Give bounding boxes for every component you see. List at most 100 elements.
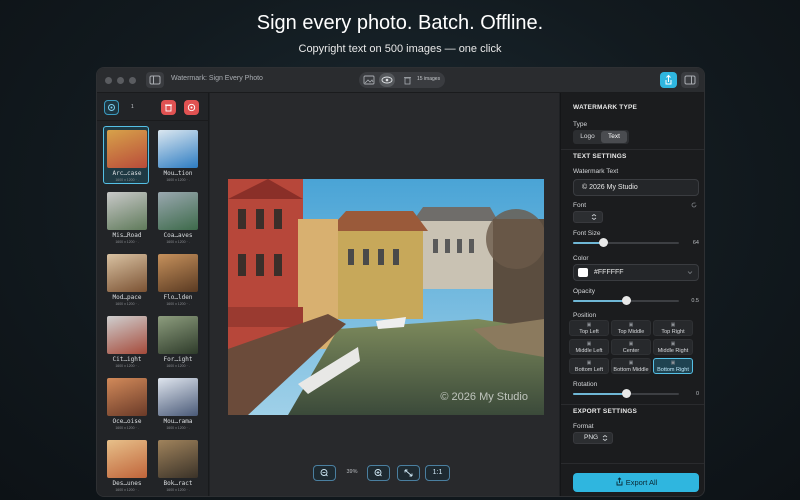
opacity-slider-knob[interactable] (621, 296, 631, 305)
thumbnail-image (158, 192, 198, 230)
share-button[interactable] (660, 72, 677, 88)
thumbnail-image (107, 440, 147, 478)
minimize-window-button[interactable] (117, 77, 124, 84)
font-size-slider-knob[interactable] (599, 238, 609, 247)
type-option-text[interactable]: Text (601, 131, 627, 143)
format-select[interactable]: PNG (573, 432, 613, 444)
thumbnail-label: Mou…tion (163, 170, 193, 177)
position-square-icon: ▣ (628, 322, 634, 328)
share-icon (665, 74, 672, 85)
thumbnail-label: Coa…aves (163, 232, 193, 239)
export-all-label: Export All (625, 478, 658, 487)
thumbnail-item[interactable]: Oce…oise 1600 x 1200 · . (103, 374, 149, 432)
color-swatch (578, 268, 588, 277)
rotation-slider[interactable] (573, 389, 679, 398)
font-size-value: 64 (692, 240, 699, 246)
thumbnail-item[interactable]: Mis…Road 1600 x 1200 · . (103, 188, 149, 246)
position-option[interactable]: ▣ Bottom Middle (611, 358, 651, 374)
position-option[interactable]: ▣ Bottom Left (569, 358, 609, 374)
thumbnail-label: Arc…case (112, 170, 142, 177)
export-all-button[interactable]: Export All (573, 473, 699, 492)
thumbnail-meta: 1600 x 1200 · . (166, 488, 190, 492)
thumbnail-item[interactable]: Cit…ight 1600 x 1200 · . (103, 312, 149, 370)
trash-icon[interactable] (403, 75, 412, 85)
thumbnail-image (107, 378, 147, 416)
thumbnail-meta: 1600 x 1200 · . (166, 302, 190, 306)
share-icon (616, 477, 623, 486)
type-option-logo[interactable]: Logo (575, 131, 600, 143)
inspector-icon (684, 75, 696, 85)
thumbnail-item[interactable]: Bok…ract 1600 x 1200 · . (154, 436, 200, 494)
window-title: Watermark: Sign Every Photo (171, 75, 263, 82)
thumbnail-meta: 1600 x 1200 · . (166, 240, 190, 244)
position-option[interactable]: ▣ Middle Left (569, 339, 609, 355)
zoom-out-button[interactable] (313, 465, 336, 481)
rotation-slider-knob[interactable] (621, 389, 631, 398)
text-settings-title: TEXT SETTINGS (573, 153, 627, 160)
thumbnail-image (107, 254, 147, 292)
thumbnail-label: Flo…lden (163, 294, 193, 301)
chevron-down-icon (687, 271, 693, 275)
position-square-icon: ▣ (670, 360, 676, 366)
position-option[interactable]: ▣ Top Left (569, 320, 609, 336)
divider (561, 149, 704, 150)
thumbnail-label: Oce…oise (112, 418, 142, 425)
actual-size-button[interactable]: 1:1 (425, 465, 450, 481)
position-option-label: Top Middle (617, 329, 645, 335)
thumbnail-image (107, 192, 147, 230)
font-select[interactable] (573, 211, 603, 223)
thumbnail-item[interactable]: Arc…case 1600 x 1200 · . (103, 126, 149, 184)
thumbnail-item[interactable]: Flo…lden 1600 x 1200 · . (154, 250, 200, 308)
preview-toggle-button[interactable] (379, 73, 395, 87)
position-option[interactable]: ▣ Center (611, 339, 651, 355)
position-option-label: Top Left (579, 329, 599, 335)
zoom-window-button[interactable] (129, 77, 136, 84)
clear-all-button[interactable] (184, 100, 199, 115)
rotation-slider-fill (573, 393, 626, 395)
delete-selected-button[interactable] (161, 100, 176, 115)
thumbnail-meta: 1600 x 1200 · . (115, 240, 139, 244)
position-option[interactable]: ▣ Middle Right (653, 339, 693, 355)
position-option[interactable]: ▣ Bottom Right (653, 358, 693, 374)
image-icon[interactable] (363, 75, 375, 85)
position-label: Position (573, 312, 597, 319)
export-settings-title: EXPORT SETTINGS (573, 408, 638, 415)
opacity-slider[interactable] (573, 296, 679, 305)
toggle-sidebar-button[interactable] (146, 72, 164, 88)
sidebar-icon (149, 75, 161, 85)
position-option-label: Center (622, 348, 640, 354)
position-option[interactable]: ▣ Top Right (653, 320, 693, 336)
thumbnail-meta: 1600 x 1200 · . (115, 302, 139, 306)
toggle-inspector-button[interactable] (681, 72, 699, 88)
thumbnail-item[interactable]: Mou…tion 1600 x 1200 · . (154, 126, 200, 184)
thumbnail-image (158, 254, 198, 292)
image-count: 15 images (417, 76, 441, 82)
thumbnail-item[interactable]: Coa…aves 1600 x 1200 · . (154, 188, 200, 246)
close-window-button[interactable] (105, 77, 112, 84)
color-picker[interactable]: #FFFFFF (573, 264, 699, 281)
canal-photo-image (228, 179, 544, 415)
zoom-out-icon (320, 469, 328, 477)
font-size-slider[interactable] (573, 238, 679, 247)
thumbnail-item[interactable]: Des…unes 1600 x 1200 · . (103, 436, 149, 494)
fit-to-window-button[interactable] (397, 465, 420, 481)
expand-icon (404, 469, 413, 477)
thumbnail-item[interactable]: For…ight 1600 x 1200 · . (154, 312, 200, 370)
image-sidebar: 1 Arc…case 1600 x 1200 · . Mou…tion 1600 x … (97, 93, 209, 496)
thumbnail-item[interactable]: Mou…rama 1600 x 1200 · . (154, 374, 200, 432)
select-all-button[interactable] (104, 100, 119, 115)
select-circle-icon (108, 104, 115, 111)
thumbnail-meta: 1600 x 1200 · . (166, 426, 190, 430)
watermark-text-input[interactable]: © 2026 My Studio (573, 179, 699, 196)
reset-icon[interactable] (690, 201, 698, 209)
thumbnail-meta: 1600 x 1200 · . (166, 178, 190, 182)
thumbnail-label: For…ight (163, 356, 193, 363)
position-option-label: Middle Right (657, 348, 689, 354)
thumbnail-label: Des…unes (112, 480, 142, 487)
watermark-overlay: © 2026 My Studio (440, 391, 528, 403)
thumbnail-image (158, 316, 198, 354)
thumbnail-item[interactable]: Mod…pace 1600 x 1200 · . (103, 250, 149, 308)
position-option[interactable]: ▣ Top Middle (611, 320, 651, 336)
zoom-in-button[interactable] (367, 465, 390, 481)
position-square-icon: ▣ (670, 322, 676, 328)
